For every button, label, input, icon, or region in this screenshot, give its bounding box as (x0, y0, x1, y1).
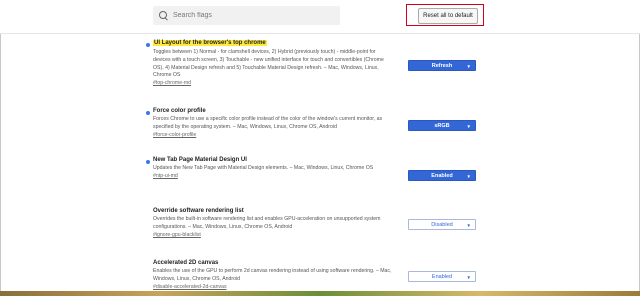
flag-select-value: Enabled (431, 172, 453, 179)
flag-description: Forces Chrome to use a specific color pr… (153, 116, 393, 139)
chevron-down-icon: ▼ (466, 275, 471, 280)
flag-select-value: Refresh (431, 62, 453, 69)
flag-description-text: Forces Chrome to use a specific color pr… (153, 116, 383, 130)
flag-description: Overrides the built-in software renderin… (153, 216, 393, 239)
flag-description-text: Overrides the built-in software renderin… (153, 216, 381, 230)
search-box[interactable] (153, 6, 340, 25)
flag-select[interactable]: Enabled ▼ (408, 170, 476, 181)
chevron-down-icon: ▼ (466, 174, 471, 179)
flag-description-text: Updates the New Tab Page with Material D… (153, 165, 374, 171)
search-icon (159, 11, 168, 20)
flag-description-text: Toggles between 1) Normal - for clamshel… (153, 49, 384, 79)
flag-title: Override software rendering list (153, 208, 244, 214)
search-input[interactable] (173, 12, 333, 19)
flag-title: New Tab Page Material Design UI (153, 157, 247, 163)
taskbar-strip (0, 291, 640, 296)
flag-title: Force color profile (153, 108, 206, 114)
reset-all-button[interactable]: Reset all to default (418, 8, 478, 24)
window-edge-left (0, 0, 1, 296)
changed-indicator-dot (146, 160, 150, 164)
flag-select[interactable]: Enabled ▼ (408, 271, 476, 282)
flag-select[interactable]: Disabled ▼ (408, 219, 476, 230)
flag-title: UI Layout for the browser's top chrome (153, 40, 267, 46)
flag-anchor-link[interactable]: #top-chrome-md (153, 80, 393, 88)
flag-select-value: sRGB (434, 122, 450, 129)
flag-anchor-link[interactable]: #ignore-gpu-blacklist (153, 232, 393, 240)
flag-select-value: Enabled (431, 273, 453, 280)
flag-select-value: Disabled (431, 221, 453, 228)
flags-header: Reset all to default (0, 0, 640, 34)
chevron-down-icon: ▼ (466, 223, 471, 228)
flag-description: Enables the use of the GPU to perform 2d… (153, 268, 393, 291)
flag-description-text: Enables the use of the GPU to perform 2d… (153, 268, 392, 282)
changed-indicator-dot (146, 43, 150, 47)
chevron-down-icon: ▼ (466, 64, 471, 69)
changed-indicator-dot (146, 111, 150, 115)
chevron-down-icon: ▼ (466, 124, 471, 129)
flag-description: Updates the New Tab Page with Material D… (153, 165, 393, 181)
flag-description: Toggles between 1) Normal - for clamshel… (153, 49, 393, 88)
flag-select[interactable]: sRGB ▼ (408, 120, 476, 131)
flag-anchor-link[interactable]: #ntp-ui-md (153, 173, 393, 181)
flag-anchor-link[interactable]: #force-color-profile (153, 132, 393, 140)
flag-select[interactable]: Refresh ▼ (408, 60, 476, 71)
flag-title: Accelerated 2D canvas (153, 260, 219, 266)
